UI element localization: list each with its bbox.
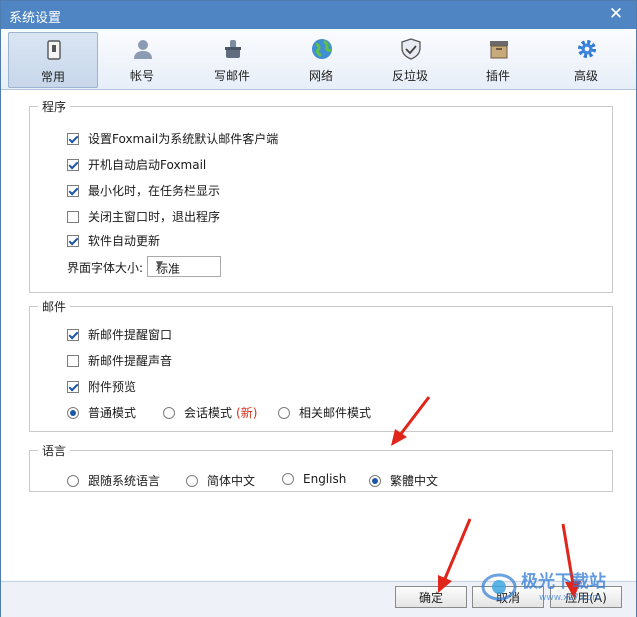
lang-english[interactable]: English — [282, 472, 346, 486]
checkbox[interactable] — [67, 184, 79, 197]
general-settings-icon — [47, 40, 61, 60]
mode-related[interactable]: 相关邮件模式 — [278, 404, 371, 421]
checkbox[interactable] — [67, 210, 79, 223]
lang-follow-system[interactable]: 跟随系统语言 — [67, 472, 160, 489]
checkbox[interactable] — [67, 158, 79, 171]
tab-label: 插件 — [485, 69, 510, 83]
ok-button[interactable]: 确定 — [395, 586, 467, 608]
window-title: 系统设置 — [9, 11, 62, 26]
checkbox[interactable] — [67, 328, 79, 341]
tab-compose[interactable]: 写邮件 — [188, 32, 276, 86]
settings-content: 程序 设置Foxmail为系统默认邮件客户端 开机自动启动Foxmail 最小化… — [1, 90, 636, 580]
svg-text:www.xz7.com: www.xz7.com — [539, 593, 601, 603]
option-new-mail-window[interactable]: 新邮件提醒窗口 — [67, 326, 172, 343]
shield-icon — [401, 38, 421, 60]
option-attachment-preview[interactable]: 附件预览 — [67, 378, 136, 395]
settings-toolbar: 常用 帐号 写邮件 网络 反垃圾 插件 高级 — [1, 29, 636, 90]
radio[interactable] — [278, 406, 290, 419]
radio[interactable] — [186, 474, 198, 487]
option-close-exit[interactable]: 关闭主窗口时，退出程序 — [67, 208, 220, 225]
tab-plugins[interactable]: 插件 — [454, 32, 542, 86]
plugin-box-icon — [490, 41, 508, 59]
settings-window: 系统设置 ✕ 常用 帐号 写邮件 网络 反垃圾 插件 高级 程序 设置Foxma… — [0, 0, 637, 617]
checkbox[interactable] — [67, 380, 79, 393]
tab-label: 写邮件 — [213, 69, 250, 83]
title-bar: 系统设置 ✕ — [1, 1, 636, 29]
watermark-logo: 极光下载站 www.xz7.com — [477, 565, 635, 605]
tab-label: 常用 — [40, 70, 65, 84]
language-legend: 语言 — [42, 444, 67, 458]
checkbox[interactable] — [67, 354, 79, 367]
chevron-down-icon: ▼ — [156, 260, 163, 270]
option-auto-update[interactable]: 软件自动更新 — [67, 232, 160, 249]
new-badge: (新) — [236, 406, 258, 420]
tab-account[interactable]: 帐号 — [98, 32, 186, 86]
option-new-mail-sound[interactable]: 新邮件提醒声音 — [67, 352, 172, 369]
checkbox[interactable] — [67, 234, 79, 247]
program-legend: 程序 — [42, 100, 67, 114]
user-icon — [134, 40, 152, 59]
tab-label: 帐号 — [129, 69, 154, 83]
checkbox[interactable] — [67, 132, 79, 145]
option-minimize-taskbar[interactable]: 最小化时，在任务栏显示 — [67, 182, 220, 199]
gear-icon — [578, 40, 596, 58]
tab-advanced[interactable]: 高级 — [542, 32, 630, 86]
radio[interactable] — [67, 474, 79, 487]
close-icon[interactable]: ✕ — [606, 4, 626, 24]
tab-general[interactable]: 常用 — [8, 32, 98, 88]
globe-icon — [312, 39, 332, 59]
tab-network[interactable]: 网络 — [277, 32, 365, 86]
tab-label: 网络 — [308, 69, 333, 83]
font-size-label: 界面字体大小: — [67, 261, 144, 275]
mode-normal[interactable]: 普通模式 — [67, 404, 136, 421]
mode-conversation[interactable]: 会话模式 (新) — [163, 404, 257, 421]
radio[interactable] — [369, 474, 381, 487]
compose-icon — [225, 40, 241, 58]
lang-simplified-chinese[interactable]: 简体中文 — [186, 472, 255, 489]
font-size-select[interactable]: 标准 ▼ — [147, 256, 221, 277]
radio[interactable] — [282, 473, 294, 485]
mail-legend: 邮件 — [42, 300, 67, 314]
tab-antispam[interactable]: 反垃圾 — [366, 32, 454, 86]
tab-label: 高级 — [573, 69, 598, 83]
tab-label: 反垃圾 — [391, 69, 428, 83]
radio[interactable] — [67, 406, 79, 419]
radio[interactable] — [163, 406, 175, 419]
watermark-logo-icon: 极光下载站 www.xz7.com — [481, 571, 606, 603]
lang-traditional-chinese[interactable]: 繁體中文 — [369, 472, 438, 489]
svg-text:极光下载站: 极光下载站 — [521, 571, 606, 592]
option-default-client[interactable]: 设置Foxmail为系统默认邮件客户端 — [67, 130, 278, 147]
option-autostart[interactable]: 开机自动启动Foxmail — [67, 156, 206, 173]
